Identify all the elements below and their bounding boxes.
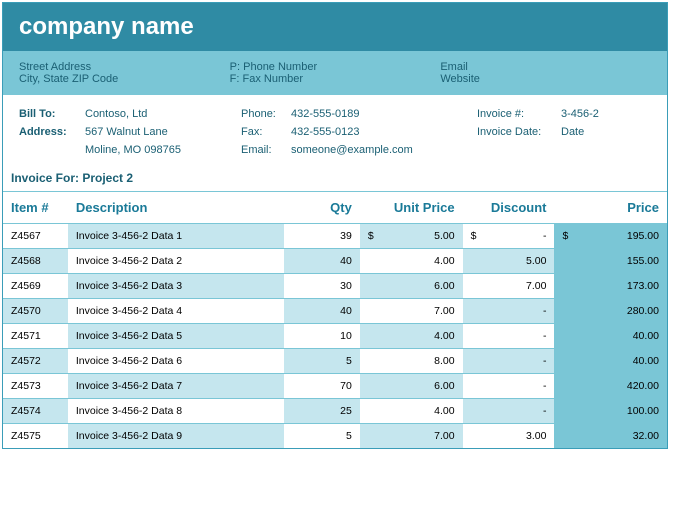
billto-email: someone@example.com — [291, 141, 469, 159]
cell-desc: Invoice 3-456-2 Data 4 — [68, 299, 284, 324]
cell-item: Z4568 — [3, 249, 68, 274]
table-row: Z4573Invoice 3-456-2 Data 7706.00-420.00 — [3, 374, 667, 399]
col-discount: Discount — [463, 192, 555, 224]
cell-price: 40.00 — [554, 349, 667, 374]
table-row: Z4570Invoice 3-456-2 Data 4407.00-280.00 — [3, 299, 667, 324]
cell-item: Z4572 — [3, 349, 68, 374]
cell-discount: - — [463, 299, 555, 324]
cell-price: 420.00 — [554, 374, 667, 399]
invoice-number: 3-456-2 — [561, 105, 651, 123]
address-label: Address: — [19, 123, 77, 141]
cell-unit-price: 7.00 — [360, 299, 463, 324]
table-row: Z4569Invoice 3-456-2 Data 3306.007.00173… — [3, 274, 667, 299]
cell-discount: - — [463, 399, 555, 424]
cell-unit-price: 4.00 — [360, 324, 463, 349]
cell-qty: 25 — [284, 399, 360, 424]
cell-discount: 3.00 — [463, 424, 555, 449]
cell-price: 173.00 — [554, 274, 667, 299]
cell-price: $195.00 — [554, 224, 667, 249]
cell-unit-price: 4.00 — [360, 399, 463, 424]
table-row: Z4572Invoice 3-456-2 Data 658.00-40.00 — [3, 349, 667, 374]
col-desc: Description — [68, 192, 284, 224]
billto-phone: 432-555-0189 — [291, 105, 469, 123]
seller-info: Street Address City, State ZIP Code P: P… — [3, 51, 667, 95]
seller-phone: P: Phone Number — [230, 61, 441, 73]
cell-discount: 7.00 — [463, 274, 555, 299]
cell-qty: 39 — [284, 224, 360, 249]
billto-label: Bill To: — [19, 105, 77, 123]
billto-company: Contoso, Ltd — [85, 105, 233, 123]
cell-desc: Invoice 3-456-2 Data 2 — [68, 249, 284, 274]
table-row: Z4567Invoice 3-456-2 Data 139$5.00$-$195… — [3, 224, 667, 249]
table-row: Z4571Invoice 3-456-2 Data 5104.00-40.00 — [3, 324, 667, 349]
cell-discount: $- — [463, 224, 555, 249]
cell-qty: 10 — [284, 324, 360, 349]
cell-discount: - — [463, 324, 555, 349]
cell-unit-price: 4.00 — [360, 249, 463, 274]
cell-price: 40.00 — [554, 324, 667, 349]
cell-price: 100.00 — [554, 399, 667, 424]
cell-qty: 5 — [284, 424, 360, 449]
col-unit-price: Unit Price — [360, 192, 463, 224]
cell-desc: Invoice 3-456-2 Data 3 — [68, 274, 284, 299]
cell-discount: - — [463, 349, 555, 374]
cell-unit-price: 8.00 — [360, 349, 463, 374]
cell-qty: 40 — [284, 249, 360, 274]
invoice-number-label: Invoice #: — [477, 105, 553, 123]
phone-label: Phone: — [241, 105, 283, 123]
cell-desc: Invoice 3-456-2 Data 7 — [68, 374, 284, 399]
seller-city: City, State ZIP Code — [19, 73, 230, 85]
cell-qty: 40 — [284, 299, 360, 324]
cell-discount: - — [463, 374, 555, 399]
cell-desc: Invoice 3-456-2 Data 1 — [68, 224, 284, 249]
invoice-container: company name Street Address City, State … — [2, 2, 668, 449]
cell-qty: 70 — [284, 374, 360, 399]
col-item: Item # — [3, 192, 68, 224]
table-row: Z4568Invoice 3-456-2 Data 2404.005.00155… — [3, 249, 667, 274]
invoice-for: Invoice For: Project 2 — [3, 165, 667, 191]
cell-item: Z4569 — [3, 274, 68, 299]
billto-city: Moline, MO 098765 — [85, 141, 233, 159]
billto-block: Bill To: Address: Contoso, Ltd 567 Walnu… — [3, 95, 667, 165]
cell-item: Z4570 — [3, 299, 68, 324]
cell-desc: Invoice 3-456-2 Data 8 — [68, 399, 284, 424]
cell-unit-price: $5.00 — [360, 224, 463, 249]
invoice-date-label: Invoice Date: — [477, 123, 553, 141]
email-label: Email: — [241, 141, 283, 159]
cell-qty: 5 — [284, 349, 360, 374]
cell-item: Z4567 — [3, 224, 68, 249]
billto-fax: 432-555-0123 — [291, 123, 469, 141]
cell-discount: 5.00 — [463, 249, 555, 274]
cell-desc: Invoice 3-456-2 Data 9 — [68, 424, 284, 449]
seller-street: Street Address — [19, 61, 230, 73]
cell-qty: 30 — [284, 274, 360, 299]
line-items-table: Item # Description Qty Unit Price Discou… — [3, 191, 667, 448]
invoice-date: Date — [561, 123, 651, 141]
cell-item: Z4571 — [3, 324, 68, 349]
cell-item: Z4574 — [3, 399, 68, 424]
seller-fax: F: Fax Number — [230, 73, 441, 85]
table-row: Z4575Invoice 3-456-2 Data 957.003.0032.0… — [3, 424, 667, 449]
cell-unit-price: 6.00 — [360, 274, 463, 299]
company-name: company name — [19, 13, 651, 41]
title-bar: company name — [3, 3, 667, 51]
cell-desc: Invoice 3-456-2 Data 5 — [68, 324, 284, 349]
seller-email: Email — [440, 61, 651, 73]
cell-item: Z4573 — [3, 374, 68, 399]
fax-label: Fax: — [241, 123, 283, 141]
cell-unit-price: 7.00 — [360, 424, 463, 449]
col-qty: Qty — [284, 192, 360, 224]
col-price: Price — [554, 192, 667, 224]
cell-desc: Invoice 3-456-2 Data 6 — [68, 349, 284, 374]
cell-price: 32.00 — [554, 424, 667, 449]
cell-unit-price: 6.00 — [360, 374, 463, 399]
seller-website: Website — [440, 73, 651, 85]
cell-item: Z4575 — [3, 424, 68, 449]
cell-price: 155.00 — [554, 249, 667, 274]
cell-price: 280.00 — [554, 299, 667, 324]
billto-street: 567 Walnut Lane — [85, 123, 233, 141]
table-row: Z4574Invoice 3-456-2 Data 8254.00-100.00 — [3, 399, 667, 424]
